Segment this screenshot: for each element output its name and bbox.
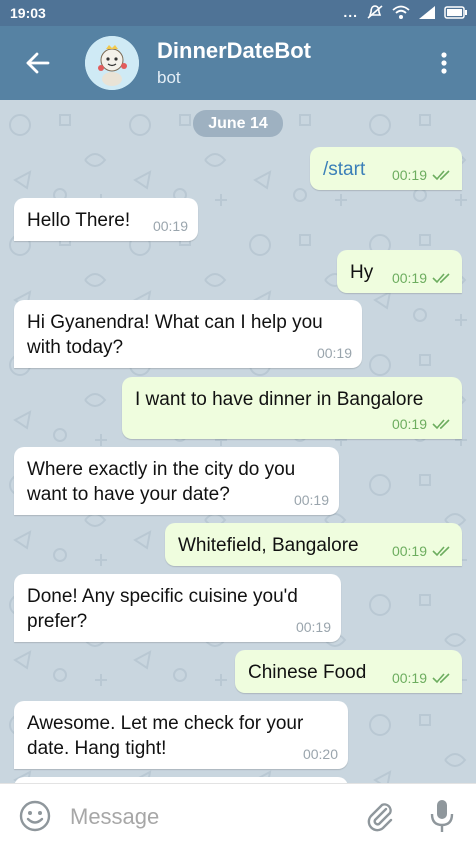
incoming-message[interactable]: Where exactly in the city do you want to…	[14, 447, 339, 515]
chat-header: DinnerDateBot bot	[0, 26, 476, 100]
message-time: 00:19	[391, 167, 427, 183]
incoming-message[interactable]: Awesome. Let me check for your date. Han…	[14, 701, 348, 769]
more-vert-icon[interactable]	[434, 48, 454, 78]
emoji-icon[interactable]	[18, 799, 52, 833]
message-meta: 00:19	[392, 270, 452, 286]
message-time: 00:19	[152, 218, 188, 234]
chat-history[interactable]: June 14 /start 00:19 Hello There! 00:19 …	[0, 100, 476, 783]
signal-icon	[419, 6, 435, 19]
incoming-message[interactable]: Hello There! 00:19	[14, 198, 198, 241]
chat-title[interactable]: DinnerDateBot	[157, 38, 311, 64]
incoming-message[interactable]: Done! Any specific cuisine you'd prefer?…	[14, 574, 341, 642]
chat-subtitle: bot	[157, 68, 181, 87]
outgoing-message[interactable]: Chinese Food 00:19	[235, 650, 462, 693]
wifi-icon	[392, 5, 410, 19]
status-time: 19:03	[10, 5, 46, 21]
message-meta: 00:19	[392, 670, 452, 686]
status-icons: ...	[343, 4, 468, 20]
attach-icon[interactable]	[364, 800, 396, 832]
message-meta: 00:19	[153, 218, 188, 234]
message-text: Awesome. Let me check for your date. Han…	[27, 713, 304, 759]
message-time: 00:19	[293, 492, 329, 508]
date-chip: June 14	[193, 110, 283, 137]
bot-avatar-icon	[85, 36, 139, 90]
message-time: 00:19	[391, 670, 427, 686]
message-time: 00:19	[391, 416, 427, 432]
status-dots: ...	[343, 4, 358, 20]
mic-icon[interactable]	[428, 798, 456, 834]
message-text: Done! Any specific cuisine you'd prefer?	[27, 586, 298, 632]
double-check-icon	[432, 170, 450, 181]
message-meta: 00:19	[392, 543, 452, 559]
outgoing-message[interactable]: Whitefield, Bangalore 00:19	[165, 523, 462, 566]
avatar[interactable]	[85, 36, 139, 90]
mute-icon	[367, 5, 383, 19]
message-text: Hi Gyanendra! What can I help you with t…	[27, 312, 323, 358]
message-text: Where exactly in the city do you want to…	[27, 459, 296, 505]
message-meta: 00:19	[392, 167, 452, 183]
message-meta: 00:19	[317, 345, 352, 361]
message-meta: 00:20	[303, 746, 338, 762]
outgoing-message[interactable]: Hy 00:19	[337, 250, 462, 293]
message-text: I want to have dinner in Bangalore	[135, 389, 424, 410]
message-composer	[0, 783, 476, 848]
message-time: 00:19	[391, 543, 427, 559]
message-meta: 00:19	[392, 416, 452, 432]
outgoing-message[interactable]: /start 00:19	[310, 147, 462, 190]
message-meta: 00:19	[294, 492, 329, 508]
message-input[interactable]	[68, 799, 352, 835]
double-check-icon	[432, 673, 450, 684]
back-arrow-icon[interactable]	[22, 46, 56, 80]
incoming-message[interactable]: Hi Gyanendra! What can I help you with t…	[14, 300, 362, 368]
double-check-icon	[432, 546, 450, 557]
double-check-icon	[432, 419, 450, 430]
battery-icon	[444, 5, 467, 19]
message-time: 00:19	[391, 270, 427, 286]
message-time: 00:19	[316, 345, 352, 361]
message-meta: 00:19	[296, 619, 331, 635]
message-time: 00:19	[295, 619, 331, 635]
message-time: 00:20	[302, 746, 338, 762]
status-bar: 19:03 ...	[0, 0, 476, 26]
outgoing-message[interactable]: I want to have dinner in Bangalore 00:19	[122, 377, 462, 439]
double-check-icon	[432, 273, 450, 284]
